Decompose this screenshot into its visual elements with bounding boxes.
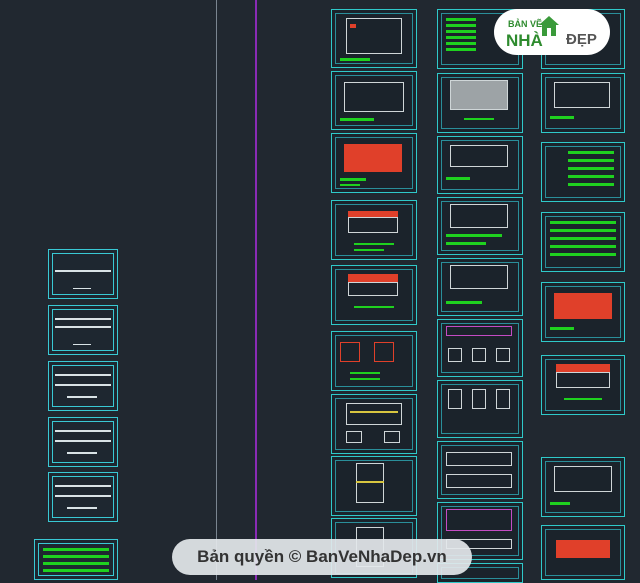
cover-sheet[interactable]	[48, 361, 118, 411]
drawing-sheet[interactable]	[437, 197, 523, 255]
brand-logo: BẢN VẼ NHÀ ĐẸP	[494, 9, 610, 55]
drawing-sheet[interactable]	[541, 282, 625, 342]
logo-dep-text: ĐẸP	[566, 31, 597, 48]
index-sheet[interactable]	[34, 539, 118, 580]
drawing-sheet[interactable]	[541, 73, 625, 133]
drawing-sheet[interactable]	[541, 142, 625, 202]
drawing-sheet[interactable]	[331, 200, 417, 260]
drawing-sheet[interactable]	[541, 525, 625, 580]
drawing-sheet[interactable]	[437, 441, 523, 499]
drawing-sheet[interactable]	[437, 258, 523, 316]
drawing-sheet[interactable]	[331, 71, 417, 130]
cover-sheet[interactable]	[48, 305, 118, 355]
drawing-sheet[interactable]	[331, 133, 417, 193]
drawing-sheet[interactable]	[437, 319, 523, 377]
cover-sheet[interactable]	[48, 472, 118, 522]
drawing-sheet[interactable]	[331, 9, 417, 68]
drawing-sheet[interactable]	[331, 394, 417, 454]
logo-small-text: BẢN VẼ	[508, 19, 543, 29]
drawing-sheet[interactable]	[331, 456, 417, 516]
cover-sheet[interactable]	[48, 249, 118, 299]
drawing-sheet[interactable]	[541, 212, 625, 272]
house-icon	[539, 16, 559, 36]
drawing-sheet[interactable]	[437, 380, 523, 438]
drawing-sheet[interactable]	[541, 355, 625, 415]
drawing-sheet[interactable]	[437, 136, 523, 194]
drawing-sheet[interactable]	[331, 265, 417, 325]
drawing-sheet[interactable]	[541, 457, 625, 517]
drawing-sheet[interactable]	[331, 331, 417, 391]
copyright-watermark: Bản quyền © BanVeNhaDep.vn	[172, 539, 472, 575]
cover-sheet[interactable]	[48, 417, 118, 467]
guide-line-purple	[255, 0, 257, 580]
drawing-sheet[interactable]	[437, 73, 523, 133]
guide-line-gray	[216, 0, 217, 580]
